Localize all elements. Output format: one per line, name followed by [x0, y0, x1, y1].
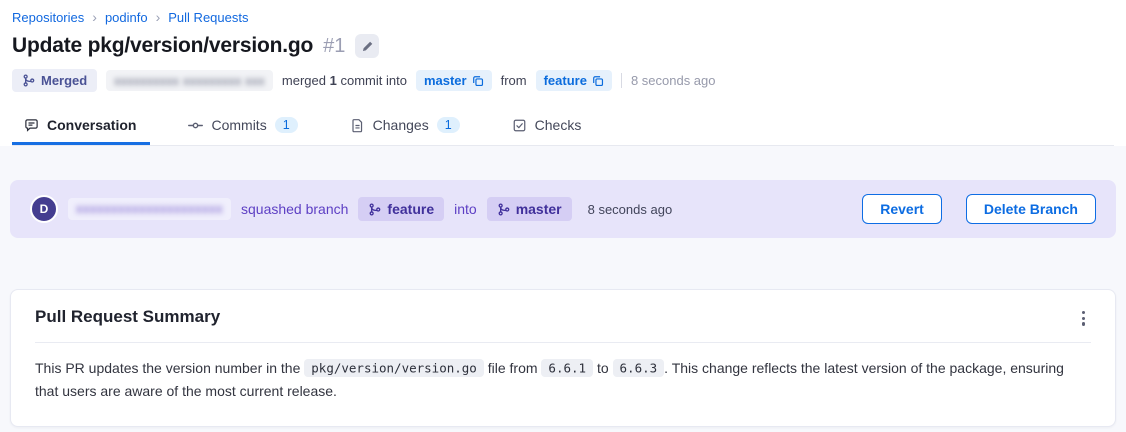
merge-action-text: squashed branch: [241, 201, 348, 217]
divider: [621, 73, 622, 88]
commit-count: 1: [330, 73, 337, 88]
breadcrumb-repositories[interactable]: Repositories: [12, 10, 84, 25]
target-branch-badge[interactable]: master: [487, 197, 572, 221]
pr-number: #1: [323, 35, 345, 58]
author-name-redacted: xxxxxxxxxx xxxxxxxxx xxx: [106, 70, 273, 91]
inline-code: pkg/version/version.go: [304, 359, 484, 377]
pencil-icon: [361, 40, 374, 53]
merge-timestamp: 8 seconds ago: [588, 202, 673, 217]
kebab-menu-button[interactable]: [1076, 307, 1091, 330]
summary-body: This PR updates the version number in th…: [35, 357, 1075, 404]
from-label: from: [501, 73, 527, 88]
inline-code: 6.6.1: [541, 359, 593, 377]
tab-changes[interactable]: Changes 1: [338, 109, 474, 145]
file-icon: [350, 118, 365, 133]
pr-timestamp: 8 seconds ago: [631, 73, 716, 88]
inline-code: 6.6.3: [613, 359, 665, 377]
merge-author-redacted: xxxxxxxxxxxxxxxxxxxxx: [68, 198, 231, 220]
comment-icon: [24, 118, 39, 133]
target-branch-label: master: [424, 73, 467, 88]
target-branch-pill[interactable]: master: [416, 70, 492, 91]
edit-title-button[interactable]: [355, 34, 379, 58]
commit-icon: [188, 118, 203, 133]
tab-commits[interactable]: Commits 1: [176, 109, 311, 145]
merge-notice-banner: D xxxxxxxxxxxxxxxxxxxxx squashed branch …: [10, 180, 1116, 238]
avatar: D: [30, 195, 58, 223]
summary-text: to: [593, 360, 612, 376]
pr-summary-card: Pull Request Summary This PR updates the…: [10, 289, 1116, 427]
tab-changes-label: Changes: [373, 117, 429, 133]
git-merge-icon: [22, 74, 35, 87]
summary-text: file from: [484, 360, 542, 376]
page-title: Update pkg/version/version.go: [12, 34, 313, 58]
summary-card-header: Pull Request Summary: [35, 307, 1091, 330]
breadcrumb-podinfo[interactable]: podinfo: [105, 10, 148, 25]
summary-card-title: Pull Request Summary: [35, 307, 220, 327]
summary-text: This PR updates the version number in th…: [35, 360, 304, 376]
breadcrumb-pull-requests[interactable]: Pull Requests: [168, 10, 248, 25]
tab-conversation-label: Conversation: [47, 117, 136, 133]
kebab-icon: [1082, 311, 1085, 326]
git-branch-icon: [497, 203, 510, 216]
commits-count-badge: 1: [275, 117, 298, 133]
page-header: Repositories › podinfo › Pull Requests U…: [0, 0, 1126, 146]
delete-branch-button[interactable]: Delete Branch: [966, 194, 1096, 224]
main-content: D xxxxxxxxxxxxxxxxxxxxx squashed branch …: [0, 146, 1126, 432]
title-row: Update pkg/version/version.go #1: [12, 34, 1114, 58]
chevron-right-icon: ›: [156, 10, 161, 25]
copy-icon[interactable]: [592, 75, 604, 87]
tab-checks-label: Checks: [535, 117, 582, 133]
divider: [35, 342, 1091, 343]
status-badge-label: Merged: [41, 73, 87, 88]
checklist-icon: [512, 118, 527, 133]
breadcrumb: Repositories › podinfo › Pull Requests: [12, 10, 1114, 25]
into-label: into: [454, 201, 477, 217]
pr-meta-row: Merged xxxxxxxxxx xxxxxxxxx xxx merged 1…: [12, 69, 1114, 92]
chevron-right-icon: ›: [92, 10, 97, 25]
git-branch-icon: [368, 203, 381, 216]
tab-conversation[interactable]: Conversation: [12, 109, 150, 145]
status-badge: Merged: [12, 69, 97, 92]
tab-checks[interactable]: Checks: [500, 109, 596, 145]
source-branch-badge[interactable]: feature: [358, 197, 444, 221]
pr-tabs: Conversation Commits 1 Changes 1: [12, 109, 1114, 146]
target-branch-badge-label: master: [516, 201, 562, 217]
revert-button[interactable]: Revert: [862, 194, 942, 224]
changes-count-badge: 1: [437, 117, 460, 133]
tab-commits-label: Commits: [211, 117, 266, 133]
merge-summary-text: merged 1 commit into: [282, 73, 407, 88]
source-branch-pill[interactable]: feature: [536, 70, 612, 91]
copy-icon[interactable]: [472, 75, 484, 87]
source-branch-badge-label: feature: [387, 201, 434, 217]
source-branch-label: feature: [544, 73, 587, 88]
